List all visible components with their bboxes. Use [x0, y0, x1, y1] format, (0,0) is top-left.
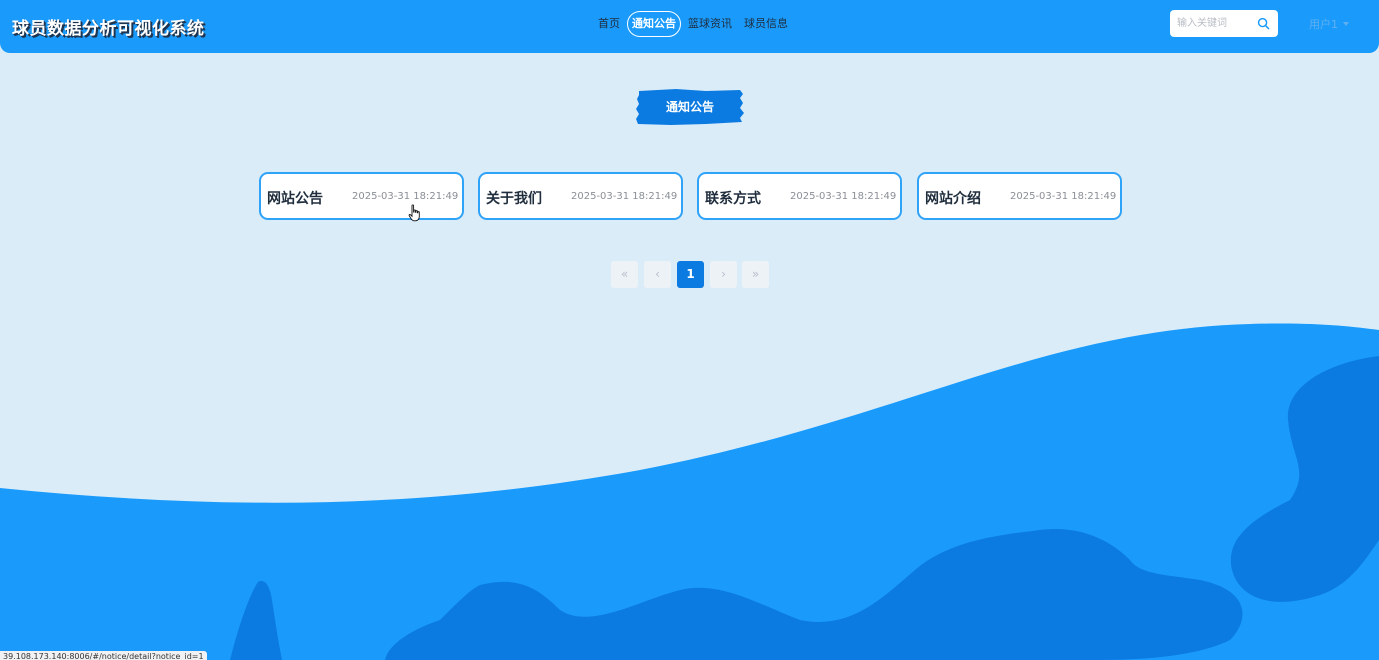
- search-input[interactable]: [1170, 10, 1254, 37]
- notice-title: 网站介绍: [925, 191, 981, 207]
- notice-date: 2025-03-31 18:21:49: [790, 191, 897, 202]
- last-page-button[interactable]: »: [742, 261, 769, 288]
- notice-title: 联系方式: [705, 191, 761, 207]
- search-icon[interactable]: [1257, 17, 1270, 30]
- prev-page-button[interactable]: ‹: [644, 261, 671, 288]
- nav-item-notices[interactable]: 通知公告: [627, 11, 681, 37]
- site-title: 球员数据分析可视化系统: [12, 19, 205, 39]
- page: 球员数据分析可视化系统 首页 通知公告 篮球资讯 球员信息 用户1 通知公告: [0, 0, 1379, 660]
- notice-card[interactable]: 关于我们 2025-03-31 18:21:49: [478, 172, 683, 220]
- search-box: [1170, 10, 1278, 37]
- hand-cursor-icon: [408, 204, 420, 222]
- nav-item-player-info[interactable]: 球员信息: [739, 12, 793, 36]
- notice-card[interactable]: 网站介绍 2025-03-31 18:21:49: [917, 172, 1122, 220]
- next-page-button[interactable]: ›: [710, 261, 737, 288]
- page-number-button[interactable]: 1: [677, 261, 704, 288]
- nav-item-basketball-news[interactable]: 篮球资讯: [683, 12, 737, 36]
- section-title: 通知公告: [665, 100, 714, 114]
- notice-title: 关于我们: [486, 191, 542, 207]
- notice-date: 2025-03-31 18:21:49: [571, 191, 678, 202]
- status-bar-url: 39.108.173.140:8006/#/notice/detail?noti…: [0, 651, 207, 660]
- main-nav: 首页 通知公告 篮球资讯 球员信息: [593, 11, 795, 37]
- notice-date: 2025-03-31 18:21:49: [352, 191, 459, 202]
- notice-card[interactable]: 联系方式 2025-03-31 18:21:49: [697, 172, 902, 220]
- user-menu[interactable]: 用户1: [1309, 16, 1349, 32]
- notice-date: 2025-03-31 18:21:49: [1010, 191, 1117, 202]
- section-title-banner: 通知公告: [636, 89, 744, 125]
- top-header: 球员数据分析可视化系统 首页 通知公告 篮球资讯 球员信息 用户1: [0, 0, 1379, 53]
- chevron-down-icon: [1343, 22, 1349, 26]
- notice-title: 网站公告: [267, 191, 323, 207]
- notice-card[interactable]: 网站公告 2025-03-31 18:21:49: [259, 172, 464, 220]
- first-page-button[interactable]: «: [611, 261, 638, 288]
- user-name: 用户1: [1309, 18, 1338, 31]
- nav-item-home[interactable]: 首页: [593, 12, 625, 36]
